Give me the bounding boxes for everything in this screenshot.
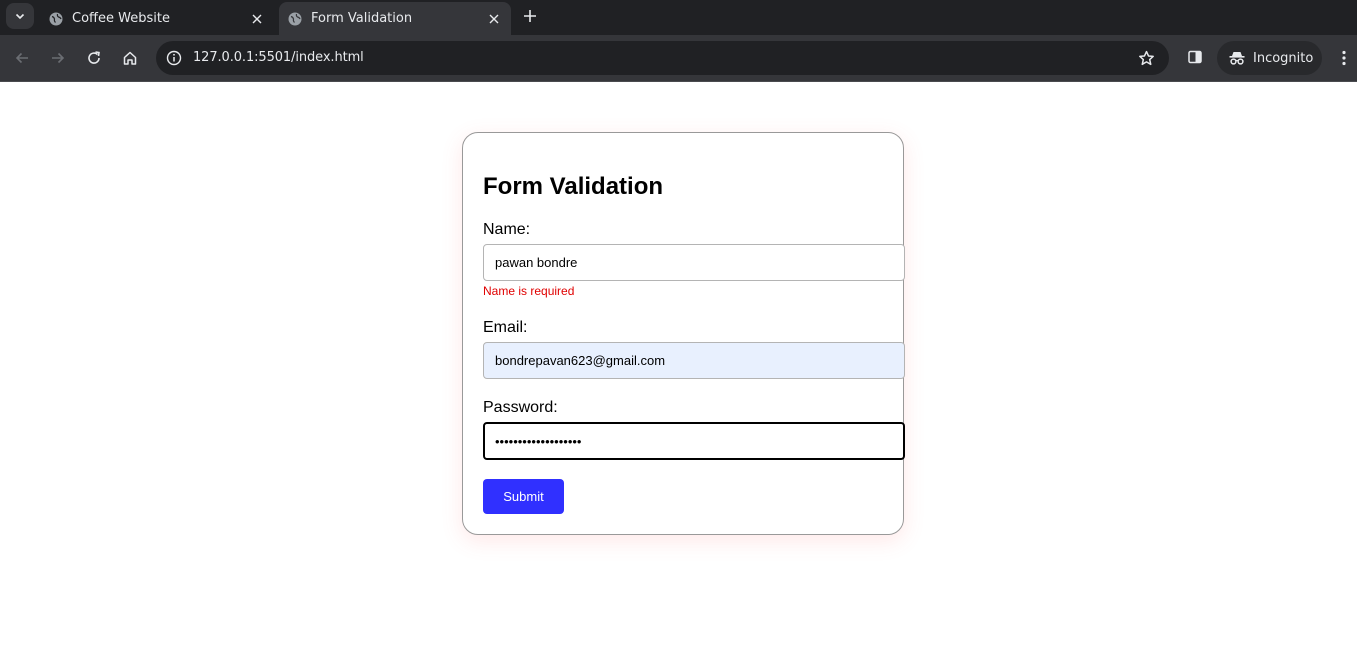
forward-button[interactable] (46, 46, 70, 70)
address-bar[interactable]: 127.0.0.1:5501/index.html (156, 41, 1169, 75)
name-label: Name: (483, 221, 531, 238)
password-input-value: ••••••••••••••••••• (495, 433, 582, 449)
email-input[interactable]: bondrepavan623@gmail.com (483, 342, 905, 379)
reload-button[interactable] (82, 46, 106, 70)
site-info-icon[interactable] (164, 48, 184, 68)
tab-search-button[interactable] (6, 3, 34, 29)
reload-icon (88, 51, 100, 64)
bookmark-star-icon[interactable] (1137, 49, 1155, 67)
name-error-message: Name is required (483, 284, 575, 298)
tab-title: Form Validation (311, 11, 413, 26)
browser-menu-button[interactable] (1334, 46, 1354, 70)
more-vertical-icon (1342, 50, 1346, 66)
new-tab-button[interactable] (518, 4, 542, 28)
back-button[interactable] (10, 46, 34, 70)
home-icon (123, 51, 137, 65)
url-text[interactable]: 127.0.0.1:5501/index.html (193, 50, 364, 65)
globe-icon (287, 11, 303, 27)
submit-button[interactable]: Submit (483, 479, 564, 514)
incognito-badge[interactable]: Incognito (1217, 41, 1322, 75)
chevron-down-icon (15, 13, 25, 20)
close-icon[interactable] (485, 10, 503, 28)
incognito-label: Incognito (1253, 50, 1314, 66)
side-panel-button[interactable] (1184, 46, 1206, 68)
incognito-icon (1228, 49, 1246, 67)
name-input-value: pawan bondre (495, 255, 578, 270)
email-label: Email: (483, 319, 528, 336)
arrow-right-icon (52, 52, 65, 64)
name-input[interactable]: pawan bondre (483, 244, 905, 281)
arrow-left-icon (15, 52, 28, 64)
tab-form-validation[interactable]: Form Validation (279, 2, 511, 35)
email-input-value: bondrepavan623@gmail.com (495, 353, 666, 368)
plus-icon (524, 10, 536, 22)
globe-icon (48, 11, 64, 27)
close-icon[interactable] (248, 10, 266, 28)
tab-strip: Coffee Website Form Validation (0, 0, 1357, 35)
tab-coffee-website[interactable]: Coffee Website (40, 2, 274, 35)
form-title: Form Validation (483, 173, 664, 200)
password-input[interactable]: ••••••••••••••••••• (483, 422, 905, 460)
home-button[interactable] (118, 46, 142, 70)
browser-toolbar: 127.0.0.1:5501/index.html Incognito (0, 35, 1357, 81)
page-divider (0, 81, 1357, 82)
tab-title: Coffee Website (72, 11, 170, 26)
form-card: Form Validation Name: pawan bondre Name … (462, 132, 905, 535)
side-panel-icon (1188, 50, 1202, 64)
password-label: Password: (483, 399, 558, 416)
